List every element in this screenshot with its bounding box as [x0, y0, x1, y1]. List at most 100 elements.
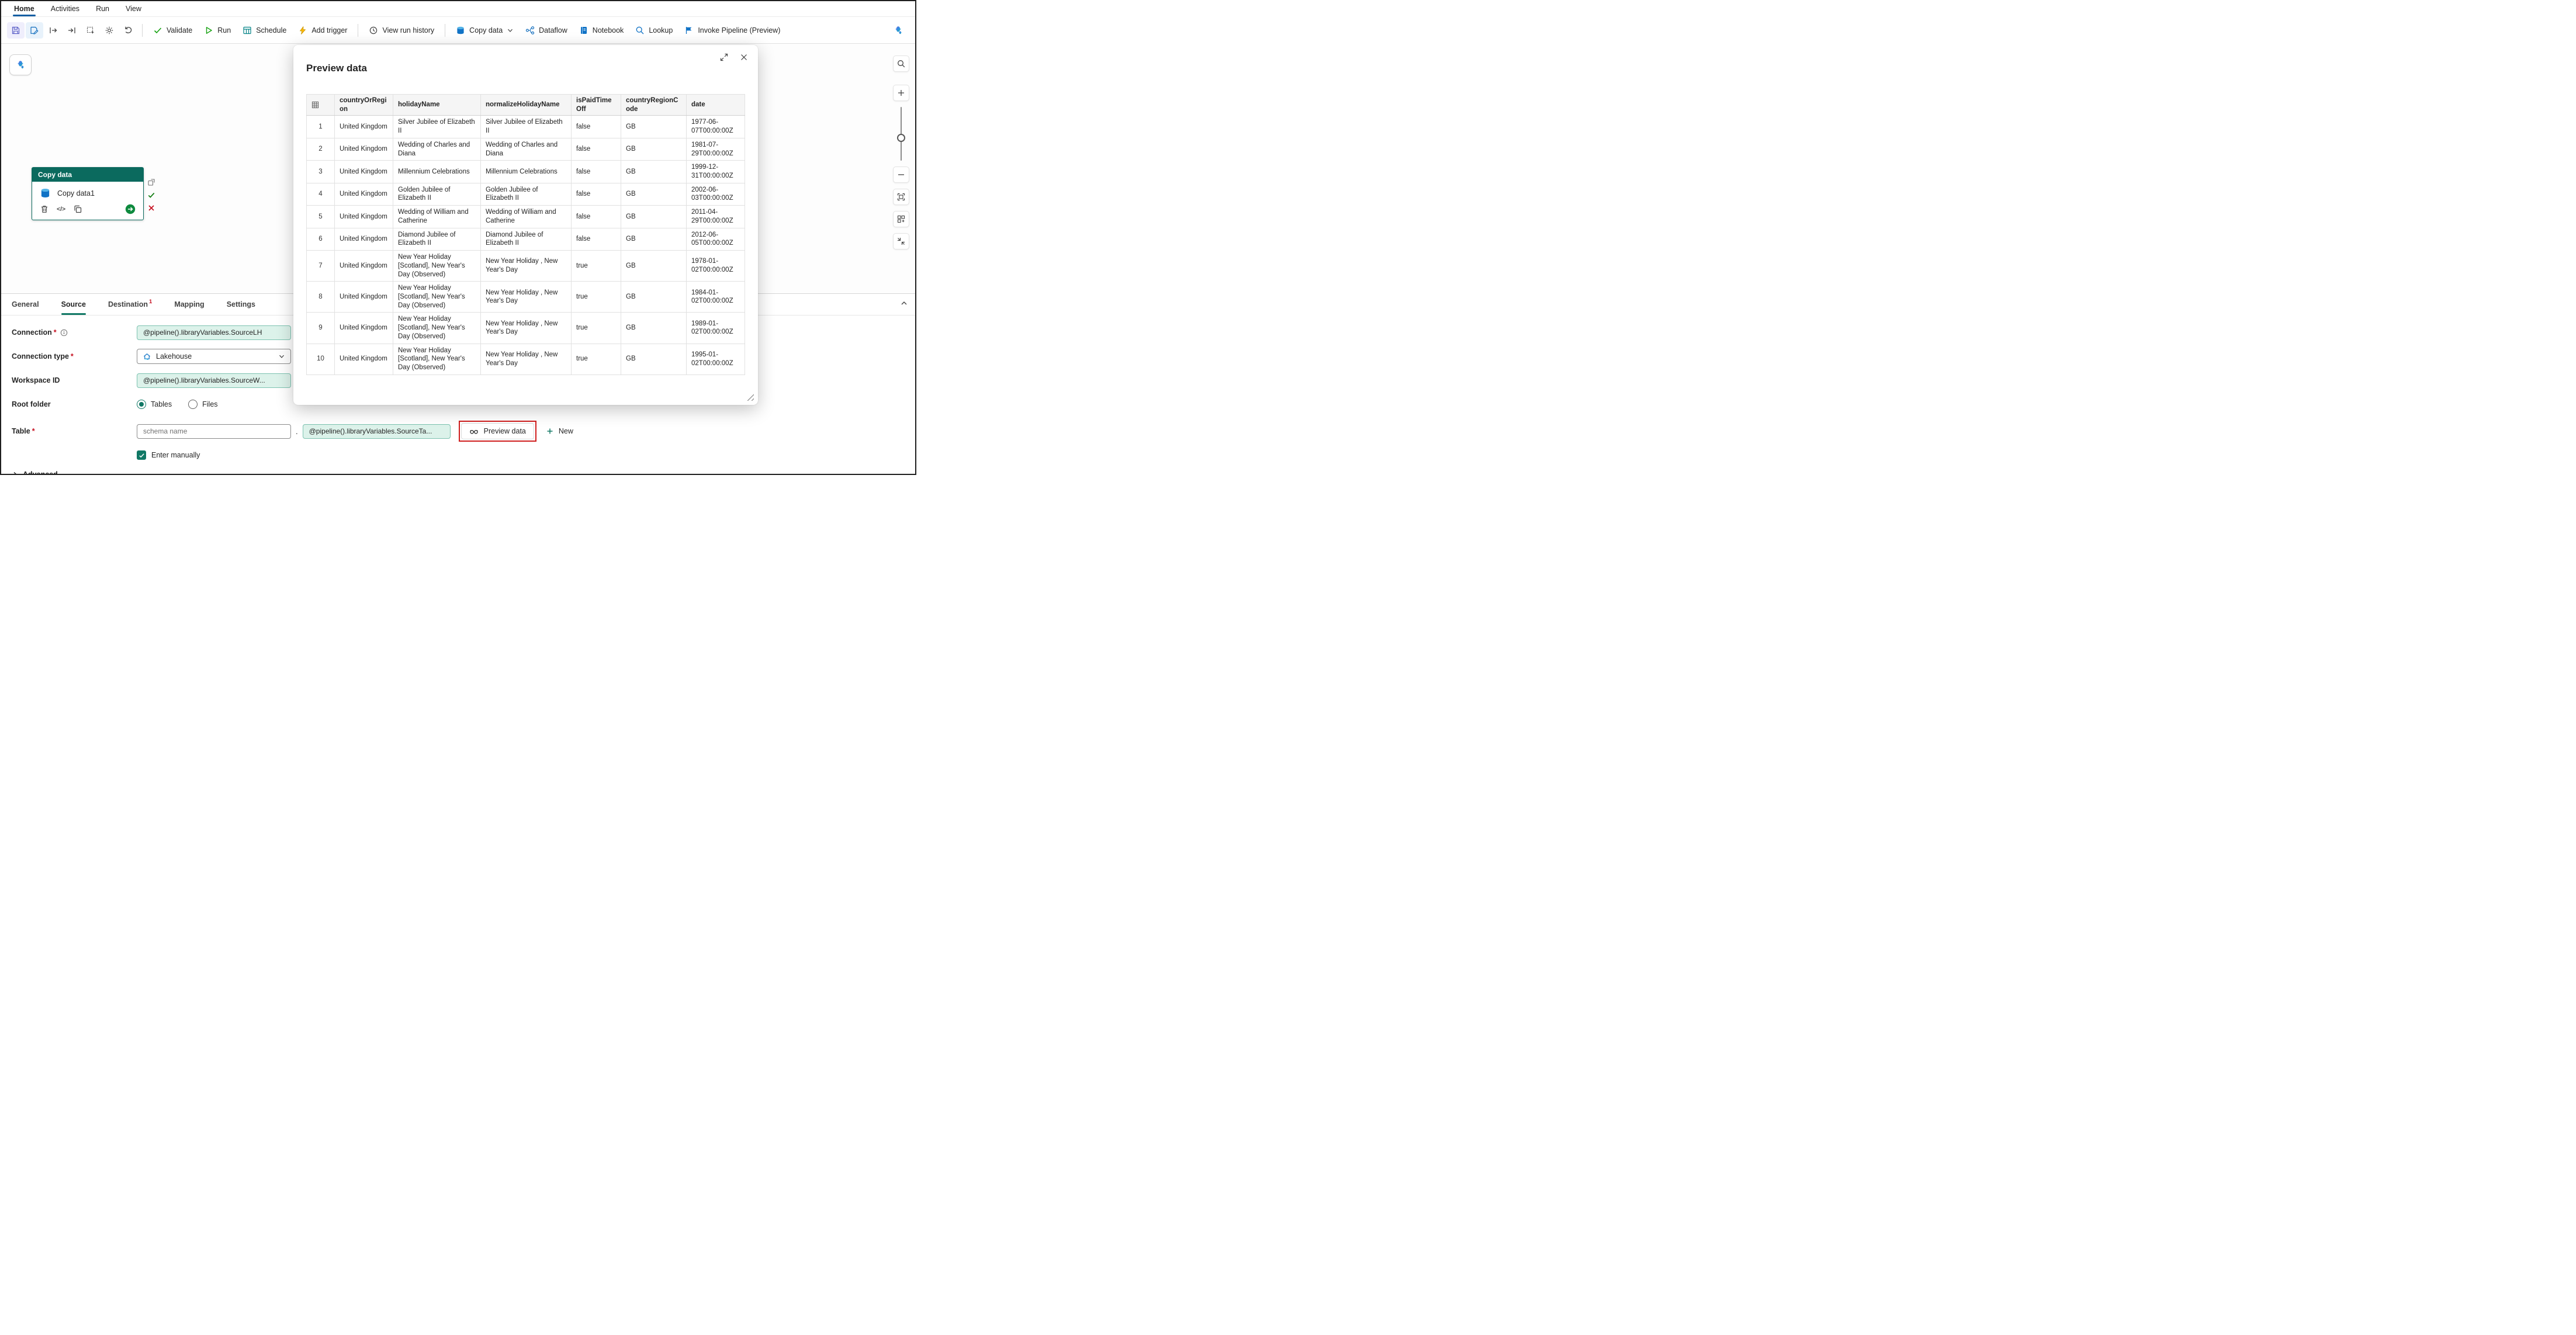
view-run-history-button[interactable]: View run history [363, 22, 439, 39]
table-cell: false [572, 138, 621, 160]
invoke-pipeline-icon [684, 26, 694, 35]
on-fail-handle[interactable] [147, 204, 155, 212]
table-cell: Diamond Jubilee of Elizabeth II [481, 228, 572, 250]
workspace-id-expression-input[interactable]: @pipeline().libraryVariables.SourceW... [137, 373, 291, 388]
clock-icon [369, 26, 378, 35]
table-cell: United Kingdom [335, 313, 393, 344]
collapse-canvas-button[interactable] [893, 233, 909, 249]
table-cell: 1977-06-07T00:00:00Z [687, 116, 745, 138]
copy-data-label: Copy data [469, 26, 503, 34]
table-cell: United Kingdom [335, 183, 393, 205]
activity-name: Copy data1 [57, 189, 95, 197]
zoom-in-button[interactable] [893, 85, 909, 101]
invoke-pipeline-button[interactable]: Invoke Pipeline (Preview) [679, 22, 785, 39]
notebook-button[interactable]: Notebook [574, 22, 629, 39]
required-marker: * [71, 352, 74, 360]
tab-settings[interactable]: Settings [227, 294, 255, 315]
save-as-button[interactable] [26, 22, 43, 39]
copy-data-button[interactable]: Copy data [451, 22, 519, 39]
settings-button[interactable] [101, 22, 118, 39]
collapse-panel-button[interactable] [900, 299, 908, 307]
tab-source[interactable]: Source [61, 294, 86, 315]
schema-name-input[interactable] [137, 424, 291, 439]
table-cell: Golden Jubilee of Elizabeth II [481, 183, 572, 205]
menu-run[interactable]: Run [88, 2, 117, 16]
preview-table-body: 1United KingdomSilver Jubilee of Elizabe… [307, 116, 745, 375]
run-play-icon [204, 26, 213, 35]
undo-button[interactable] [119, 22, 137, 39]
row-number: 7 [307, 251, 335, 282]
chevron-up-icon [900, 299, 908, 307]
root-folder-label: Root folder [12, 400, 137, 408]
dialog-resize-handle[interactable] [746, 393, 754, 401]
table-cell: Wedding of William and Catherine [481, 206, 572, 228]
enter-manually-option[interactable]: Enter manually [137, 450, 905, 460]
tab-destination[interactable]: Destination1 [108, 294, 152, 315]
table-cell: Golden Jubilee of Elizabeth II [393, 183, 481, 205]
menu-activities[interactable]: Activities [43, 2, 88, 16]
tab-mapping[interactable]: Mapping [174, 294, 204, 315]
tab-general[interactable]: General [12, 294, 39, 315]
multi-select-button[interactable] [82, 22, 99, 39]
expand-icon [719, 53, 729, 62]
menu-view[interactable]: View [117, 2, 150, 16]
code-view-button[interactable]: </> [57, 206, 65, 213]
toolbar-divider [142, 24, 143, 37]
radio-files[interactable]: Files [188, 400, 217, 409]
chevron-down-icon [278, 353, 285, 360]
table-cell: GB [621, 116, 687, 138]
table-expression-input[interactable]: @pipeline().libraryVariables.SourceTa... [303, 424, 451, 439]
auto-align-button[interactable] [893, 211, 909, 227]
run-button[interactable]: Run [199, 22, 236, 39]
radio-unselected-icon [188, 400, 198, 409]
delete-activity-button[interactable] [40, 204, 49, 214]
close-icon [739, 53, 749, 62]
menu-home[interactable]: Home [6, 2, 43, 16]
duplicate-activity-button[interactable] [73, 204, 82, 214]
zoom-to-fit-button[interactable] [893, 189, 909, 205]
schedule-label: Schedule [256, 26, 286, 34]
preview-data-button[interactable]: Preview data [461, 423, 534, 439]
row-number: 8 [307, 282, 335, 313]
on-success-handle[interactable] [147, 191, 155, 199]
table-cell: United Kingdom [335, 344, 393, 375]
save-icon [11, 26, 20, 35]
radio-tables[interactable]: Tables [137, 400, 172, 409]
table-cell: GB [621, 161, 687, 183]
import-button[interactable] [63, 22, 81, 39]
zoom-slider[interactable] [893, 107, 909, 161]
zoom-out-button[interactable] [893, 167, 909, 183]
canvas-copilot-button[interactable] [9, 54, 32, 75]
close-dialog-button[interactable] [739, 53, 749, 62]
copilot-button[interactable] [889, 22, 907, 39]
connection-expression-input[interactable]: @pipeline().libraryVariables.SourceLH [137, 325, 291, 340]
add-trigger-button[interactable]: Add trigger [293, 22, 352, 39]
connection-type-dropdown[interactable]: Lakehouse [137, 349, 291, 364]
advanced-expander[interactable]: Advanced [12, 470, 905, 475]
save-button[interactable] [7, 22, 25, 39]
export-button[interactable] [44, 22, 62, 39]
copy-data-activity-card[interactable]: Copy data Copy data1 </> [32, 167, 144, 220]
on-skip-handle[interactable] [147, 178, 155, 186]
checkbox-checked-icon [137, 450, 146, 460]
expand-dialog-button[interactable] [719, 53, 729, 62]
table-cell: false [572, 183, 621, 205]
new-table-button[interactable]: New [546, 427, 573, 435]
next-activity-handle[interactable] [125, 204, 136, 214]
zoom-slider-handle[interactable] [897, 134, 905, 142]
canvas-zoom-toolbar [893, 56, 909, 249]
lookup-button[interactable]: Lookup [630, 22, 678, 39]
new-label: New [559, 427, 573, 435]
table-cell: New Year Holiday [Scotland], New Year's … [393, 251, 481, 282]
table-cell: 1984-01-02T00:00:00Z [687, 282, 745, 313]
table-cell: New Year Holiday [Scotland], New Year's … [393, 313, 481, 344]
table-cell: 2011-04-29T00:00:00Z [687, 206, 745, 228]
validate-button[interactable]: Validate [148, 22, 198, 39]
database-icon [456, 26, 465, 35]
canvas-search-button[interactable] [893, 56, 909, 72]
schedule-button[interactable]: Schedule [237, 22, 292, 39]
table-cell: Millennium Celebrations [393, 161, 481, 183]
table-cell: United Kingdom [335, 282, 393, 313]
table-cell: 1989-01-02T00:00:00Z [687, 313, 745, 344]
dataflow-button[interactable]: Dataflow [520, 22, 573, 39]
